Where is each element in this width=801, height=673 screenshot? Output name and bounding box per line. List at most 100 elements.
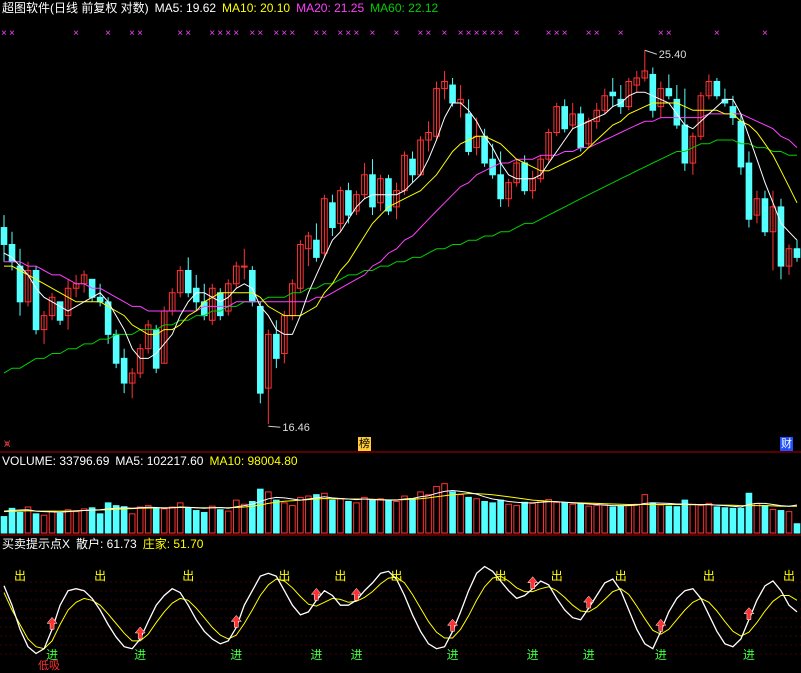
signal-cross-icon: × xyxy=(393,28,399,39)
signal-cross-icon: × xyxy=(474,28,480,39)
signal-cross-icon: × xyxy=(321,28,327,39)
signal-cross-icon: × xyxy=(289,28,295,39)
volume-bar xyxy=(40,514,48,534)
volume-bar xyxy=(16,511,24,534)
ma20-readout: MA20: 21.25 xyxy=(296,1,365,15)
volume-bar xyxy=(617,505,625,534)
volume-bar xyxy=(737,507,745,534)
signal-cross-icon: × xyxy=(762,28,768,39)
volume-bar xyxy=(361,496,368,534)
low-buy-label: 低吸 xyxy=(38,660,60,672)
candle-down xyxy=(665,88,673,97)
sell-label: 出 xyxy=(551,569,563,583)
signal-cross-icon: × xyxy=(458,28,464,39)
signal-cross-icon: × xyxy=(273,28,279,39)
retail-readout: 散户: 61.73 xyxy=(76,537,137,551)
candle-down xyxy=(56,301,64,321)
volume-bar xyxy=(273,499,280,534)
price-header: 超图软件(日线 前复权 对数) MA5: 19.62 MA10: 20.10 MA20… xyxy=(2,0,444,16)
volume-ma5-readout: MA5: 102217.60 xyxy=(115,454,204,468)
volume-bar xyxy=(48,510,56,534)
volume-bar xyxy=(120,506,128,534)
signal-cross-icon: × xyxy=(185,28,191,39)
volume-bar xyxy=(753,502,761,534)
candle-down xyxy=(329,202,336,229)
volume-bar xyxy=(601,504,609,534)
volume-bar xyxy=(216,509,224,534)
volume-bar xyxy=(88,507,96,534)
volume-bar xyxy=(481,501,488,534)
sell-label: 出 xyxy=(783,569,795,583)
volume-bar xyxy=(96,513,104,534)
candle-down xyxy=(465,113,472,152)
high-pointer xyxy=(644,49,657,55)
volume-bar xyxy=(136,506,144,534)
buy-label: 进 xyxy=(350,648,362,662)
candle-down xyxy=(120,357,128,384)
buy-arrow-icon xyxy=(310,587,322,601)
candle-down xyxy=(96,296,104,303)
volume-bar xyxy=(289,505,296,534)
volume-bar xyxy=(585,505,593,534)
volume-bar xyxy=(561,502,569,534)
signal-cross-icon: × xyxy=(105,28,111,39)
volume-bar xyxy=(241,503,248,534)
signal-cross-icon: × xyxy=(1,28,7,39)
sell-label: 出 xyxy=(94,569,106,583)
volume-bar xyxy=(168,506,176,534)
sell-label: 出 xyxy=(334,569,346,583)
buy-arrow-icon xyxy=(447,618,459,632)
volume-bar xyxy=(192,510,200,534)
finance-badge[interactable]: 财 xyxy=(780,437,793,451)
signal-cross-icon: × xyxy=(586,28,592,39)
volume-bar xyxy=(393,501,400,534)
buy-arrow-icon xyxy=(527,576,539,589)
volume-bar xyxy=(337,498,344,534)
volume-bar xyxy=(313,494,320,534)
buy-label: 进 xyxy=(310,648,322,662)
candle-down xyxy=(184,269,192,294)
candle-down xyxy=(112,333,120,364)
buy-label: 进 xyxy=(527,648,539,662)
signal-cross-icon: × xyxy=(554,28,560,39)
volume-bar xyxy=(128,513,136,534)
signal-cross-icon: × xyxy=(209,28,215,39)
sell-label: 出 xyxy=(14,569,26,583)
high-price-label: 25.40 xyxy=(659,49,687,61)
signal-cross-icon: × xyxy=(353,28,359,39)
candle-down xyxy=(497,174,504,200)
signal-cross-icon: × xyxy=(658,28,664,39)
ma5-readout: MA5: 19.62 xyxy=(154,1,217,15)
rank-badge[interactable]: 榜 xyxy=(358,437,371,451)
volume-bar xyxy=(553,501,560,534)
volume-bar xyxy=(697,505,705,534)
volume-bar xyxy=(489,502,496,534)
volume-bar xyxy=(208,505,216,534)
volume-bar xyxy=(329,499,336,534)
candle-down xyxy=(369,174,376,208)
ma60-readout: MA60: 22.12 xyxy=(370,1,439,15)
candle-down xyxy=(216,292,224,317)
volume-bar xyxy=(200,511,208,534)
signal-cross-icon: × xyxy=(514,28,520,39)
volume-bar xyxy=(80,508,88,534)
signal-cross-icon: × xyxy=(466,28,472,39)
signal-cross-icon: × xyxy=(666,28,672,39)
signal-cross-icon: × xyxy=(490,28,496,39)
volume-bar xyxy=(793,523,801,534)
signal-cross-icon: × xyxy=(426,28,432,39)
volume-bar xyxy=(385,500,392,534)
volume-bar xyxy=(321,492,328,534)
signal-cross-icon: × xyxy=(217,28,223,39)
signal-cross-icon: × xyxy=(482,28,488,39)
candle-down xyxy=(793,248,801,258)
candle-down xyxy=(257,305,264,394)
volume-bar xyxy=(297,496,304,534)
volume-bar xyxy=(657,504,665,534)
buy-label: 进 xyxy=(447,648,459,662)
price-panel[interactable]: 25.4016.46× × × × × × × × × × × × × × × × × × × × × × × × × × × × × ×… xyxy=(0,0,801,673)
volume-bar xyxy=(761,505,769,534)
candle-down xyxy=(681,124,689,164)
volume-bar xyxy=(497,499,504,534)
sell-label: 出 xyxy=(278,569,290,583)
